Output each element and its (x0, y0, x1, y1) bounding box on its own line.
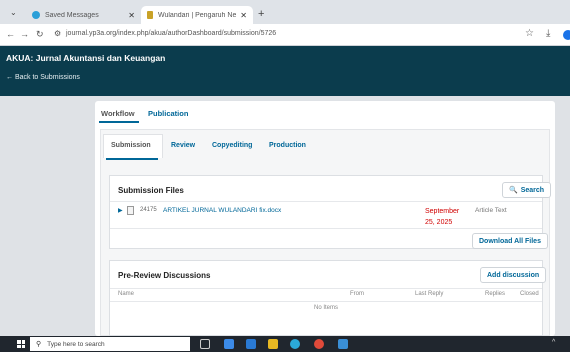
pre-review-discussions-panel: Pre-Review Discussions Add discussion Na… (109, 260, 547, 336)
active-stage-indicator (106, 158, 158, 160)
edge-browser-icon[interactable] (290, 339, 300, 349)
telegram-icon (32, 11, 40, 19)
column-header-last-reply: Last Reply (415, 291, 444, 297)
system-tray-chevron-icon[interactable]: ^ (552, 339, 555, 346)
column-header-closed: Closed (520, 291, 539, 297)
tab-search-chevron-icon[interactable]: ⌄ (10, 8, 17, 17)
journal-favicon-icon (147, 11, 153, 19)
tab-publication[interactable]: Publication (148, 109, 188, 118)
browser-tab-strip: ⌄ Saved Messages ✕ Wulandari | Pengaruh … (0, 0, 570, 24)
search-icon: 🔍 (509, 187, 518, 194)
back-to-submissions-label: Back to Submissions (14, 74, 80, 81)
profile-avatar[interactable] (563, 30, 570, 40)
photos-icon[interactable] (338, 339, 348, 349)
submission-card: Workflow Publication Submission Review C… (95, 101, 555, 336)
forward-arrow-icon[interactable]: → (20, 29, 29, 39)
journal-header: AKUA: Jurnal Akuntansi dan Keuangan ← Ba… (0, 46, 570, 96)
submission-files-panel: Submission Files 🔍 Search ▶ 24175 ARTIKEL… (109, 175, 552, 249)
reload-icon[interactable]: ↻ (36, 29, 44, 40)
download-icon[interactable]: ⤓ (546, 28, 550, 39)
browser-tab-active[interactable]: Wulandari | Pengaruh Net Profi ✕ (141, 6, 253, 24)
browser-tab-title: Saved Messages (45, 11, 99, 19)
search-files-button[interactable]: 🔍 Search (502, 182, 552, 198)
file-name-link[interactable]: ARTIKEL JURNAL WULANDARI fix.docx (163, 207, 281, 214)
stage-tab-review[interactable]: Review (171, 142, 195, 149)
taskbar-search-placeholder: Type here to search (47, 340, 105, 348)
search-icon: ⚲ (36, 341, 42, 348)
new-tab-button[interactable]: + (258, 8, 264, 20)
main-content: Workflow Publication Submission Review C… (0, 96, 570, 336)
empty-state-text: No Items (313, 305, 338, 311)
file-explorer-icon[interactable] (268, 339, 278, 349)
download-all-files-button[interactable]: Download All Files (472, 233, 548, 249)
site-info-icon[interactable]: ⚙ (54, 29, 61, 38)
column-header-replies: Replies (485, 291, 506, 297)
back-arrow-icon[interactable]: ← (6, 29, 15, 39)
microsoft-store-icon[interactable] (224, 339, 234, 349)
stage-tab-submission[interactable]: Submission (111, 142, 151, 149)
discussions-title: Pre-Review Discussions (118, 271, 211, 280)
close-icon[interactable]: ✕ (128, 11, 135, 20)
divider (110, 301, 542, 302)
column-header-from: From (350, 291, 364, 297)
file-id: 24175 (140, 207, 157, 213)
journal-title[interactable]: AKUA: Jurnal Akuntansi dan Keuangan (6, 53, 165, 63)
windows-taskbar: ⚲ Type here to search ^ (0, 336, 570, 352)
stage-tab-copyediting[interactable]: Copyediting (212, 142, 252, 149)
windows-start-icon[interactable] (17, 340, 25, 348)
stage-tab-production[interactable]: Production (269, 142, 306, 149)
arrow-left-icon: ← (6, 74, 15, 81)
task-view-icon[interactable] (200, 339, 210, 349)
url-bar[interactable]: journal.yp3a.org/index.php/akua/authorDa… (66, 30, 276, 37)
search-files-label: Search (520, 186, 545, 194)
active-tab-indicator (99, 121, 139, 123)
browser-tab-title: Wulandari | Pengaruh Net Profi (158, 11, 237, 19)
close-icon[interactable]: ✕ (240, 11, 247, 20)
browser-address-row: ← → ↻ ⚙ journal.yp3a.org/index.php/akua/… (0, 24, 570, 46)
divider (110, 228, 542, 229)
expand-caret-icon[interactable]: ▶ (118, 207, 123, 214)
tab-workflow[interactable]: Workflow (101, 109, 135, 118)
chrome-browser-icon[interactable] (314, 339, 324, 349)
document-icon (127, 206, 134, 215)
taskbar-search-box[interactable]: ⚲ Type here to search (30, 337, 190, 351)
workflow-stage-area: Submission Review Copyediting Production… (100, 129, 552, 336)
file-type: Article Text (475, 207, 507, 214)
workflow-tabs: Workflow Publication (95, 101, 555, 125)
back-to-submissions-link[interactable]: ← Back to Submissions (6, 74, 80, 81)
submission-files-title: Submission Files (118, 186, 184, 195)
column-header-name: Name (118, 291, 135, 297)
bookmark-star-icon[interactable]: ☆ (525, 28, 534, 39)
add-discussion-button[interactable]: Add discussion (480, 267, 547, 283)
file-date: September 25, 2025 (425, 208, 460, 226)
divider (110, 288, 542, 289)
browser-tab-saved-messages[interactable]: Saved Messages ✕ (26, 6, 141, 24)
mail-icon[interactable] (246, 339, 256, 349)
